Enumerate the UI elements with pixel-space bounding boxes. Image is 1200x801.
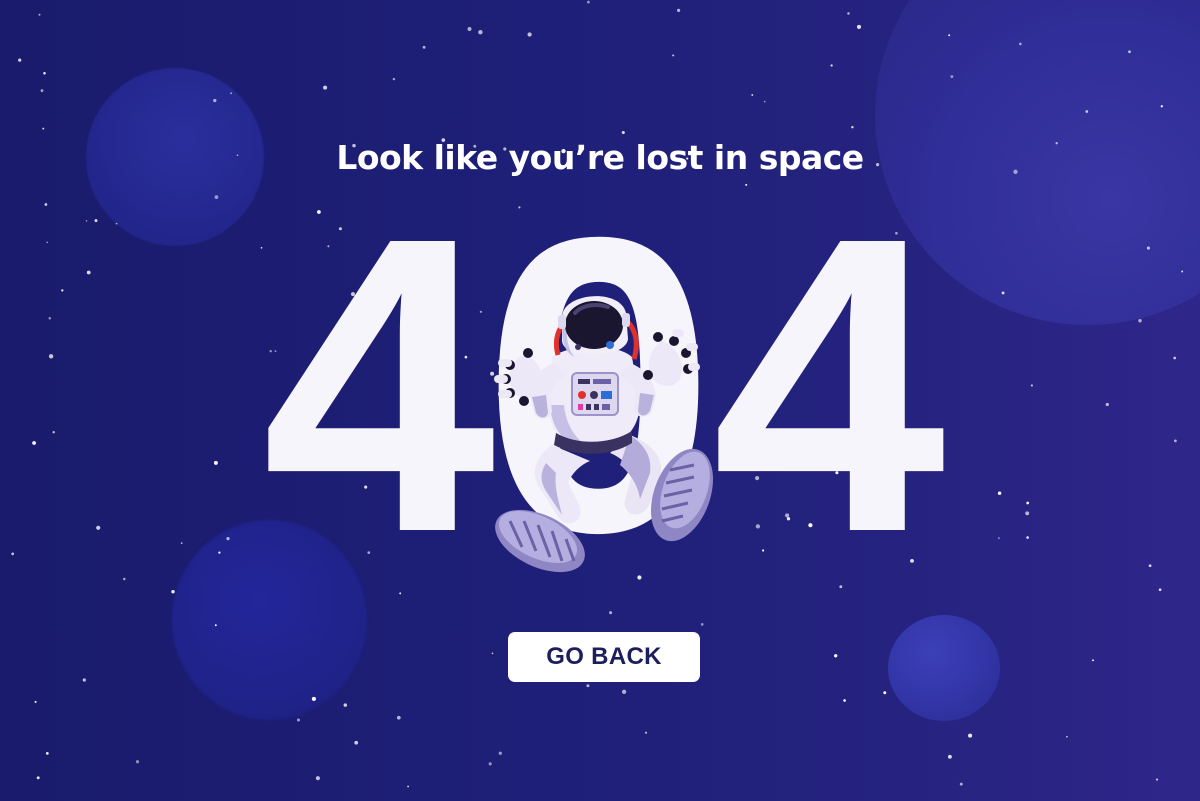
helmet [558,296,630,357]
error-digit-left: 4 [262,151,498,620]
right-leg [610,435,714,542]
astronaut-illustration [494,296,714,573]
left-leg [495,445,590,573]
chest-panel [571,372,619,416]
error-digit-right: 4 [712,151,948,620]
error-404-page: Look like you’re lost in space 4 0 4 [0,0,1200,801]
go-back-button[interactable]: GO BACK [508,632,700,682]
